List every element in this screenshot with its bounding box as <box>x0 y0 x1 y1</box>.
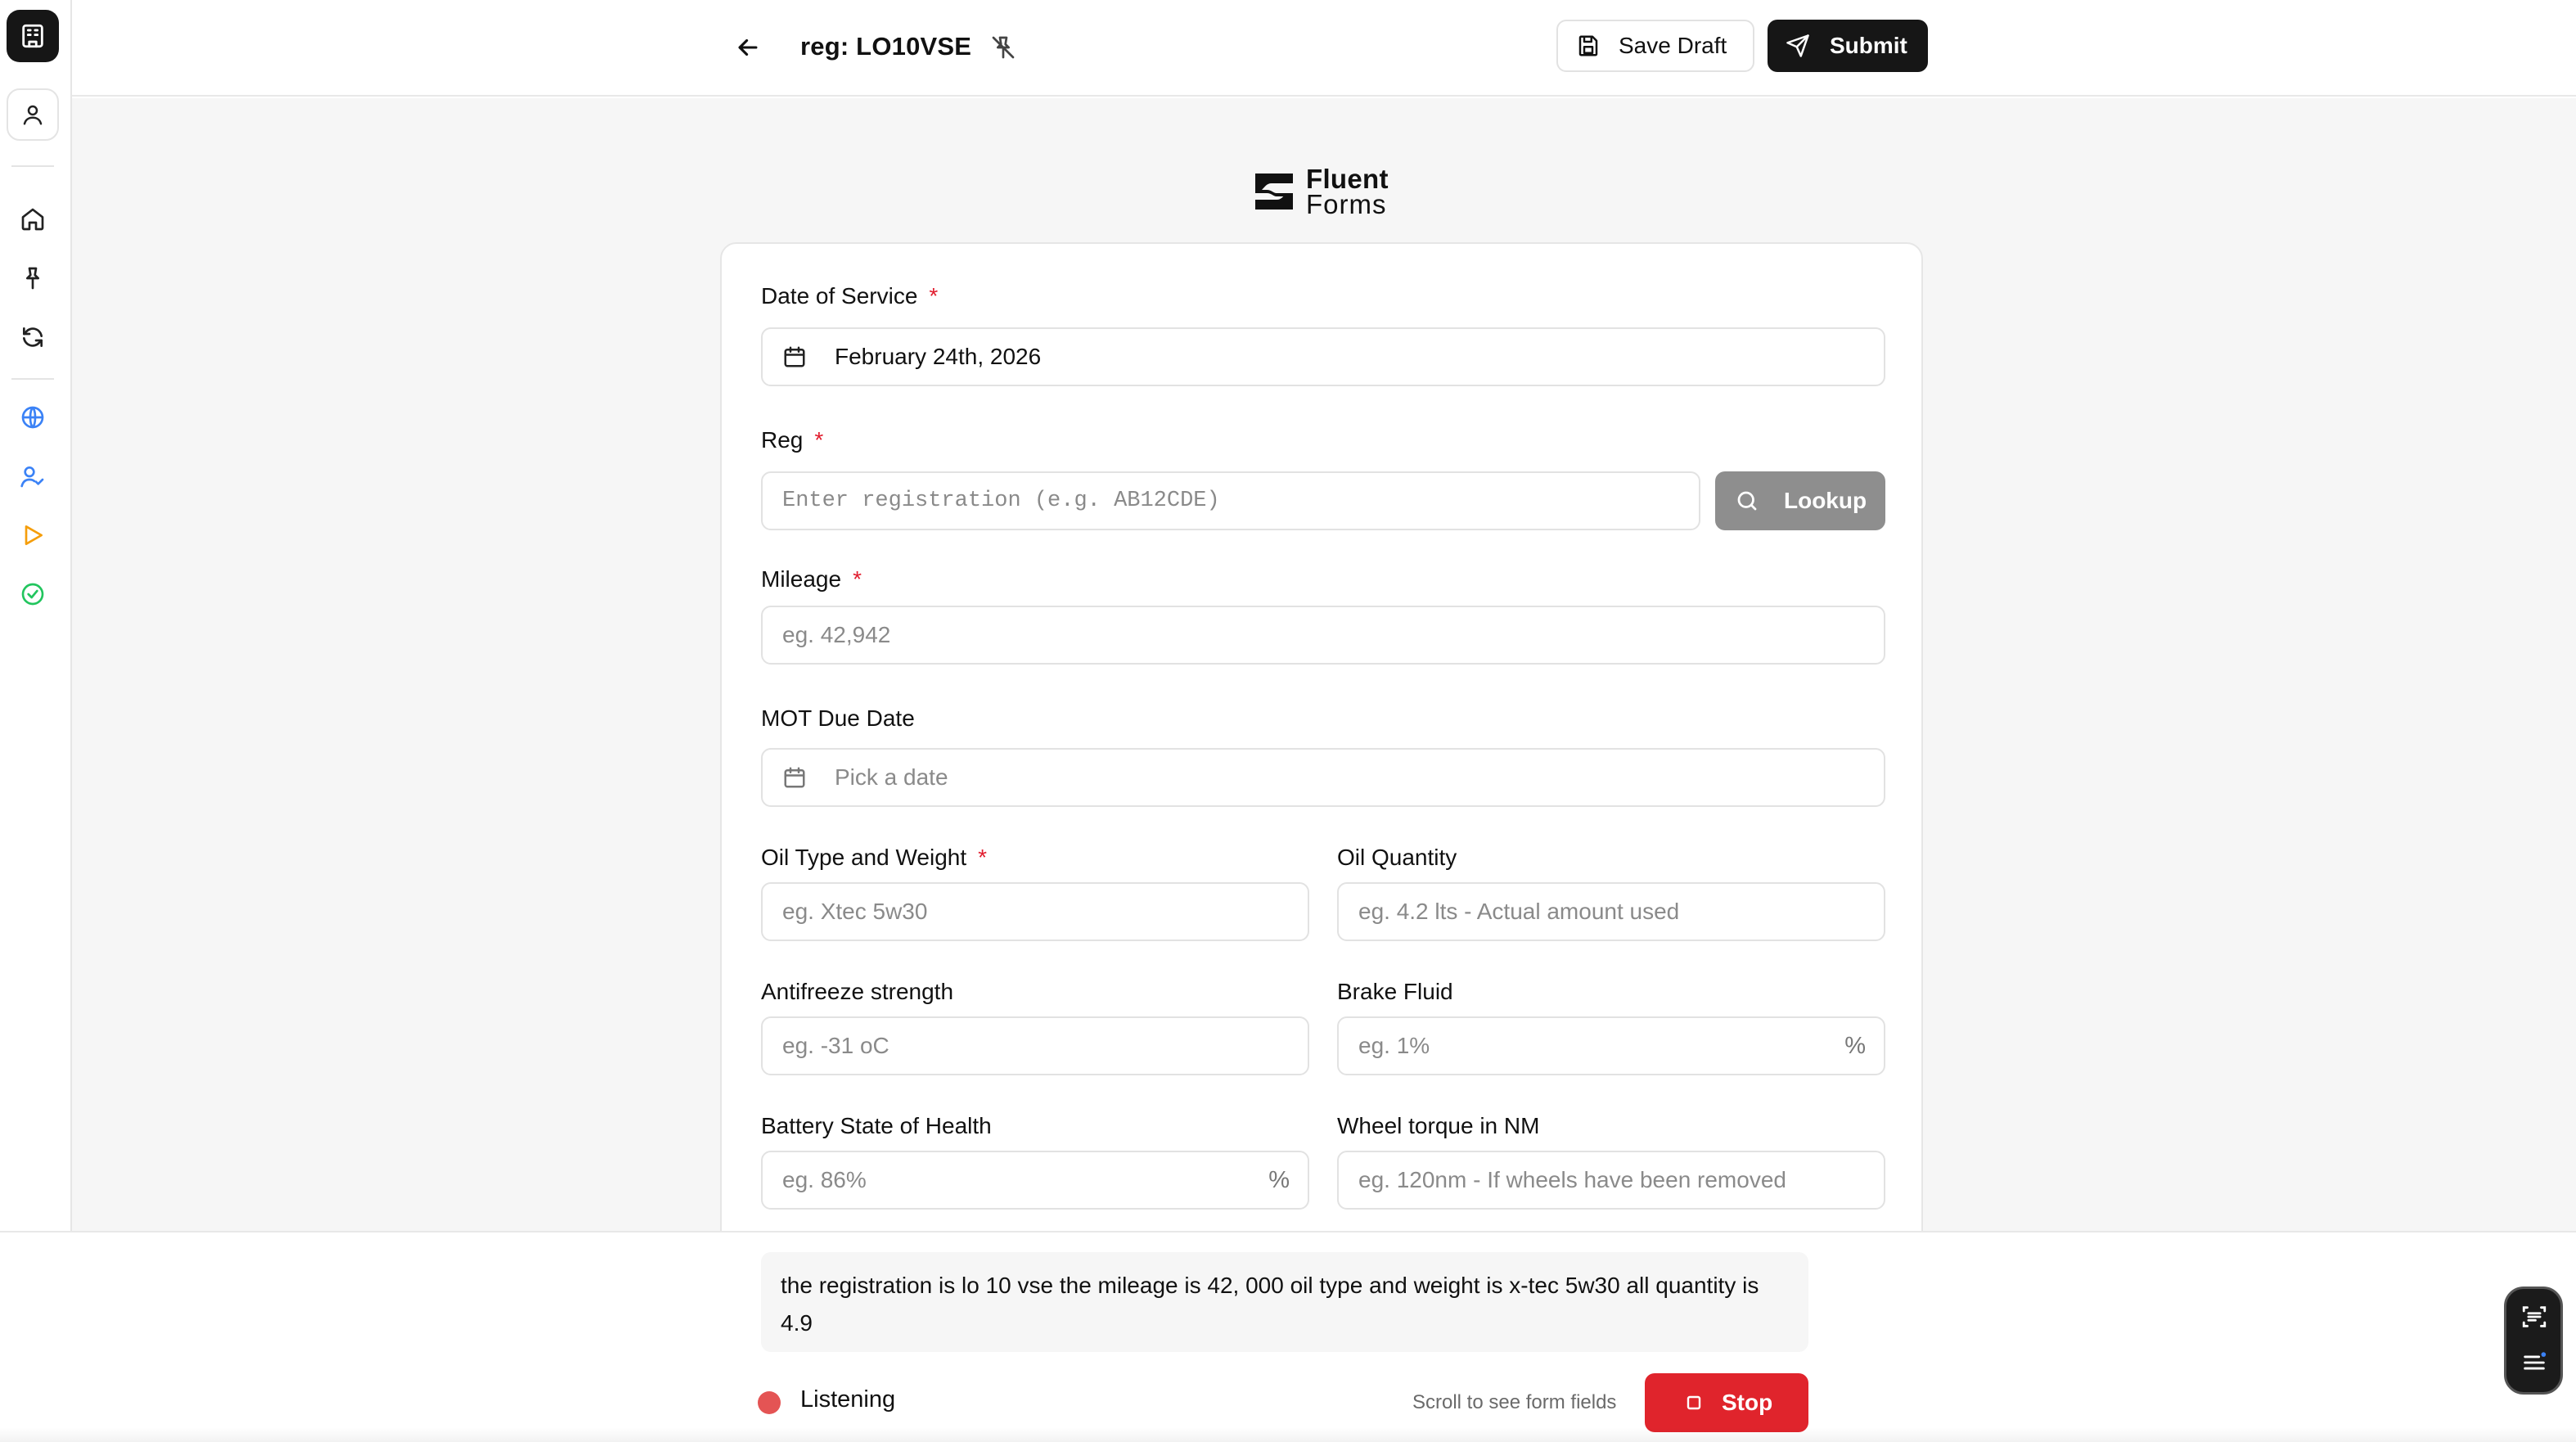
globe-icon <box>21 406 44 429</box>
unpin-button[interactable] <box>985 29 1021 65</box>
oil-quantity-placeholder: eg. 4.2 lts - Actual amount used <box>1358 899 1680 924</box>
brand-name-line2: Forms <box>1306 189 1387 219</box>
home-icon <box>21 208 44 231</box>
voice-transcript: the registration is lo 10 vse the mileag… <box>761 1252 1808 1352</box>
back-button[interactable] <box>728 28 768 67</box>
refresh-icon <box>23 327 43 347</box>
sidebar-item-run[interactable] <box>16 519 49 552</box>
user-icon <box>23 105 43 125</box>
form-card: Date of Service * February 24th, 2026 Reg… <box>720 242 1923 1231</box>
mileage-label: Mileage * <box>761 566 862 592</box>
battery-health-placeholder: eg. 86% <box>782 1167 867 1192</box>
arrow-left-icon <box>738 38 758 56</box>
reg-label: Reg * <box>761 427 824 453</box>
sidebar-item-pinned[interactable] <box>16 262 49 295</box>
battery-health-input[interactable]: eg. 86% % <box>761 1151 1309 1210</box>
play-icon <box>25 525 43 545</box>
save-draft-button[interactable]: Save Draft <box>1556 20 1754 72</box>
voice-input-panel: the registration is lo 10 vse the mileag… <box>0 1231 2576 1442</box>
reg-placeholder: Enter registration (e.g. AB12CDE) <box>782 489 1220 513</box>
scan-text-icon <box>2522 1306 2547 1327</box>
sidebar-item-home[interactable] <box>16 203 49 236</box>
listening-indicator-dot <box>758 1391 781 1414</box>
lookup-button[interactable]: Lookup <box>1715 471 1885 530</box>
sidebar-item-sync[interactable] <box>16 321 49 354</box>
wheel-torque-label: Wheel torque in NM <box>1337 1113 1540 1138</box>
main-content[interactable]: Fluent Forms Date of Service * February 2… <box>72 98 2576 1231</box>
date-of-service-value: February 24th, 2026 <box>835 344 1042 369</box>
oil-type-input[interactable]: eg. Xtec 5w30 <box>761 882 1309 941</box>
sidebar-divider <box>11 378 54 380</box>
stop-icon <box>1687 1395 1701 1410</box>
sidebar-item-completed[interactable] <box>16 578 49 611</box>
check-circle-icon <box>21 583 44 606</box>
sidebar-item-web[interactable] <box>16 401 49 434</box>
submit-label: Submit <box>1830 33 1907 58</box>
oil-quantity-input[interactable]: eg. 4.2 lts - Actual amount used <box>1337 882 1885 941</box>
date-of-service-label: Date of Service * <box>761 283 939 309</box>
scroll-hint: Scroll to see form fields <box>1412 1391 1617 1413</box>
bottom-shadow <box>0 1427 2576 1442</box>
sidebar-divider <box>11 165 54 167</box>
antifreeze-input[interactable]: eg. -31 oC <box>761 1016 1309 1075</box>
workspace-logo-button[interactable] <box>7 10 59 62</box>
calendar-icon <box>784 767 805 788</box>
fluent-forms-logo-icon <box>1255 173 1293 210</box>
pin-icon <box>25 267 39 290</box>
brake-fluid-label: Brake Fluid <box>1337 979 1453 1004</box>
pin-off-icon <box>992 36 1015 59</box>
battery-health-label: Battery State of Health <box>761 1113 992 1138</box>
page-title: reg: LO10VSE <box>800 32 972 61</box>
save-icon <box>1578 35 1598 56</box>
brake-fluid-placeholder: eg. 1% <box>1358 1033 1430 1058</box>
date-of-service-input[interactable]: February 24th, 2026 <box>761 327 1885 386</box>
user-profile-button[interactable] <box>7 88 59 141</box>
floating-tools <box>2504 1287 2563 1395</box>
wheel-torque-input[interactable]: eg. 120nm - If wheels have been removed <box>1337 1151 1885 1210</box>
page-header: reg: LO10VSE Save Draft Submit <box>72 0 2576 97</box>
antifreeze-label: Antifreeze strength <box>761 979 954 1004</box>
oil-quantity-label: Oil Quantity <box>1337 845 1457 870</box>
lookup-label: Lookup <box>1784 488 1867 513</box>
send-icon <box>1786 34 1809 57</box>
brand-name-line1: Fluent <box>1306 164 1389 194</box>
battery-percent-suffix: % <box>1268 1167 1290 1193</box>
brake-fluid-percent-suffix: % <box>1844 1033 1866 1059</box>
stop-button[interactable]: Stop <box>1645 1373 1808 1432</box>
oil-type-label: Oil Type and Weight * <box>761 845 988 870</box>
search-icon <box>1737 491 1757 511</box>
mot-due-date-placeholder: Pick a date <box>835 764 948 790</box>
brake-fluid-input[interactable]: eg. 1% % <box>1337 1016 1885 1075</box>
mileage-placeholder: eg. 42,942 <box>782 622 891 647</box>
oil-type-placeholder: eg. Xtec 5w30 <box>782 899 928 924</box>
sidebar <box>0 0 72 1231</box>
submit-button[interactable]: Submit <box>1768 20 1928 72</box>
mot-due-date-input[interactable]: Pick a date <box>761 748 1885 807</box>
building-icon <box>22 24 43 48</box>
listening-status: Listening <box>800 1386 896 1413</box>
calendar-icon <box>784 346 805 367</box>
mileage-input[interactable]: eg. 42,942 <box>761 606 1885 665</box>
list-icon <box>2524 1352 2547 1370</box>
reg-input[interactable]: Enter registration (e.g. AB12CDE) <box>761 471 1700 530</box>
scan-text-button[interactable] <box>2515 1297 2554 1336</box>
sidebar-item-users[interactable] <box>16 460 49 493</box>
user-check-icon <box>20 466 44 488</box>
fluent-forms-logo: Fluent Forms <box>1250 164 1389 219</box>
mot-due-date-label: MOT Due Date <box>761 705 915 731</box>
wheel-torque-placeholder: eg. 120nm - If wheels have been removed <box>1358 1167 1786 1192</box>
save-draft-label: Save Draft <box>1619 33 1727 58</box>
list-button[interactable] <box>2515 1343 2554 1382</box>
stop-label: Stop <box>1722 1390 1773 1415</box>
antifreeze-placeholder: eg. -31 oC <box>782 1033 889 1058</box>
